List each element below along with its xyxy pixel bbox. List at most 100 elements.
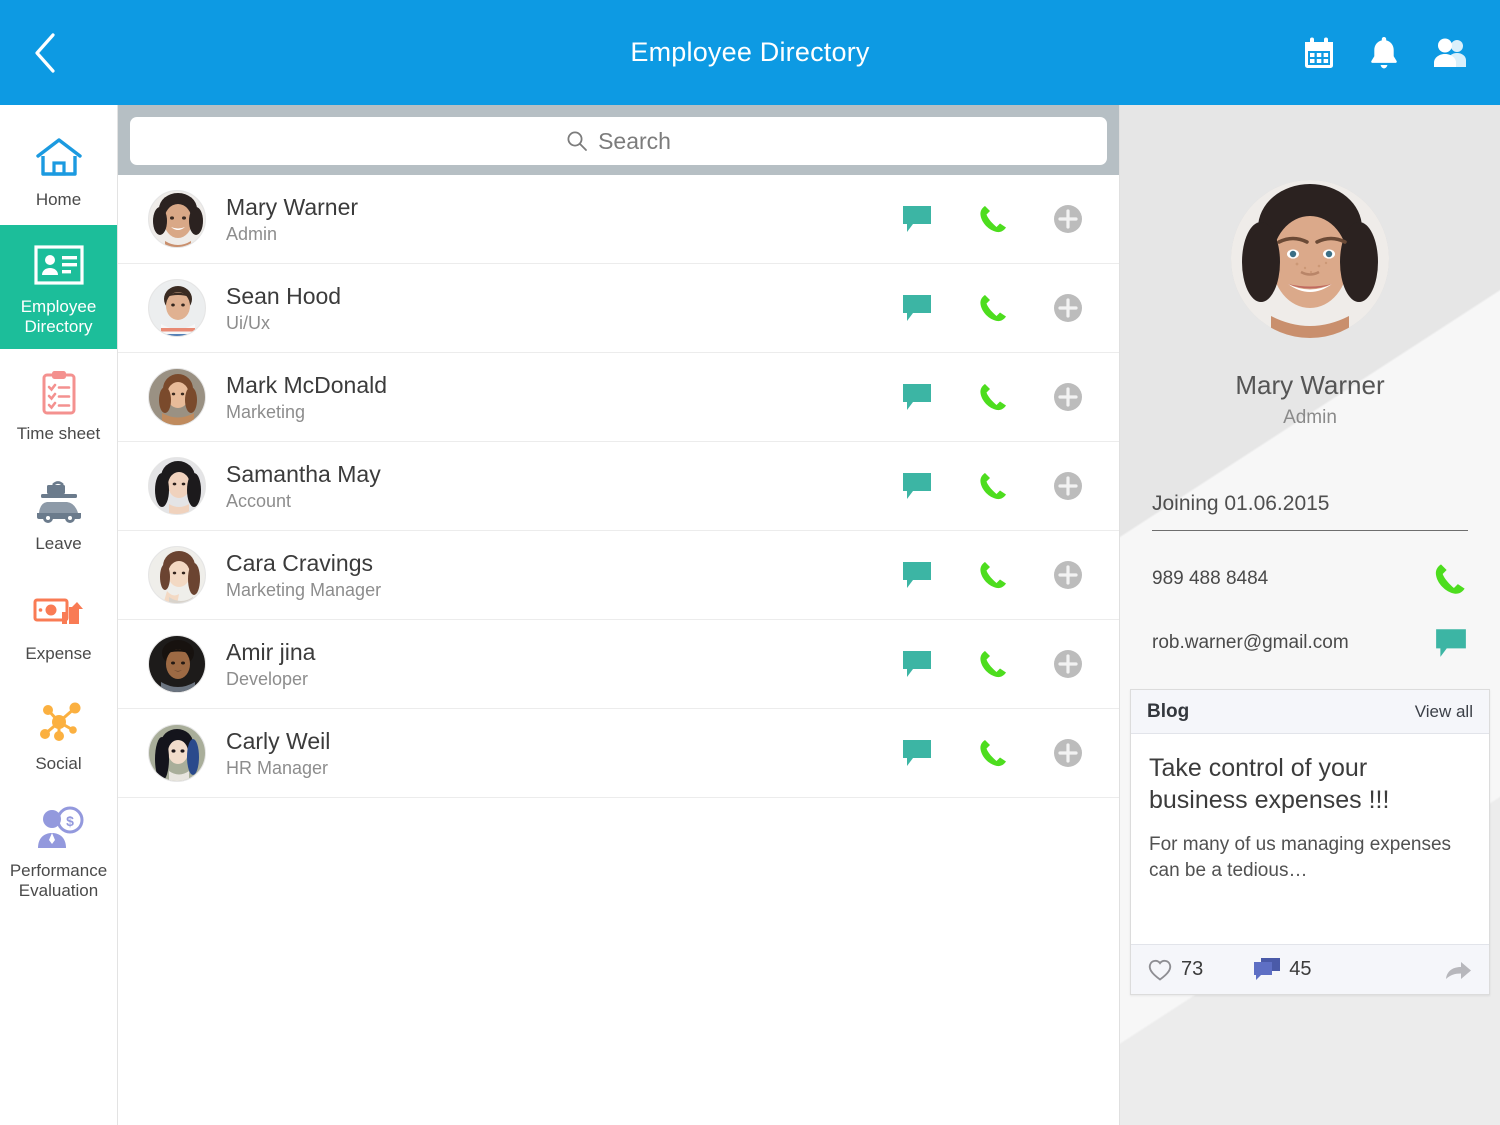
- employee-info: Samantha May Account: [226, 460, 901, 513]
- employee-role: Admin: [226, 224, 278, 245]
- avatar: [148, 635, 206, 693]
- plus-circle-icon[interactable]: [1053, 738, 1083, 768]
- plus-circle-icon[interactable]: [1053, 471, 1083, 501]
- detail-avatar: [1231, 180, 1389, 338]
- employee-name: Samantha May: [226, 460, 381, 487]
- home-icon: [35, 132, 83, 184]
- comments-icon: [1254, 957, 1281, 980]
- sidebar-item-social[interactable]: Social: [0, 679, 117, 789]
- car-luggage-icon: [33, 476, 85, 528]
- phone-icon[interactable]: [977, 203, 1009, 235]
- phone-icon[interactable]: [1432, 561, 1468, 597]
- phone-icon[interactable]: [977, 292, 1009, 324]
- avatar: [148, 546, 206, 604]
- blog-comment-count: 45: [1289, 958, 1312, 980]
- blog-like-group[interactable]: 73: [1147, 958, 1203, 982]
- phone-icon[interactable]: [977, 381, 1009, 413]
- search-input[interactable]: Search: [130, 117, 1107, 165]
- phone-icon[interactable]: [977, 470, 1009, 502]
- blog-card-header: Blog View all: [1131, 690, 1489, 734]
- svg-text:$: $: [66, 813, 74, 829]
- sidebar-item-leave[interactable]: Leave: [0, 459, 117, 569]
- bell-icon[interactable]: [1368, 35, 1400, 71]
- sidebar-item-label: Social: [35, 754, 82, 774]
- sidebar-item-performance-evaluation[interactable]: $ Performance Evaluation: [0, 789, 117, 913]
- employee-rows: Mary Warner Admin Sean Hood Ui/Ux Mark M…: [118, 175, 1119, 1125]
- detail-email-row: rob.warner@gmail.com: [1152, 597, 1468, 659]
- employee-name: Sean Hood: [226, 282, 342, 309]
- share-arrow-icon[interactable]: [1443, 957, 1473, 983]
- employee-info: Amir jina Developer: [226, 638, 901, 691]
- employee-name: Mary Warner: [226, 193, 359, 220]
- page-title: Employee Directory: [630, 37, 870, 67]
- employee-info: Mark McDonald Marketing: [226, 371, 901, 424]
- table-row[interactable]: Samantha May Account: [118, 442, 1119, 531]
- money-chart-icon: [33, 586, 85, 638]
- chat-bubble-icon[interactable]: [901, 560, 933, 590]
- sidebar-item-label: Home: [35, 189, 82, 209]
- sidebar-item-time-sheet[interactable]: Time sheet: [0, 349, 117, 459]
- blog-card-body[interactable]: Take control of your business expenses !…: [1131, 734, 1489, 944]
- search-bar-container: Search: [118, 105, 1119, 175]
- employee-name: Cara Cravings: [226, 549, 373, 576]
- table-row[interactable]: Mark McDonald Marketing: [118, 353, 1119, 442]
- chat-bubble-icon[interactable]: [901, 293, 933, 323]
- avatar: [148, 724, 206, 782]
- employee-role: Developer: [226, 669, 309, 690]
- table-row[interactable]: Sean Hood Ui/Ux: [118, 264, 1119, 353]
- plus-circle-icon[interactable]: [1053, 293, 1083, 323]
- sidebar-item-home[interactable]: Home: [0, 115, 117, 225]
- chat-bubble-icon[interactable]: [901, 471, 933, 501]
- sidebar-item-employee-directory[interactable]: Employee Directory: [0, 225, 117, 350]
- back-button[interactable]: [0, 0, 90, 105]
- detail-name: Mary Warner: [1235, 370, 1385, 400]
- calendar-icon[interactable]: [1302, 36, 1336, 70]
- top-bar-actions: [1302, 35, 1500, 71]
- phone-icon[interactable]: [977, 648, 1009, 680]
- sidebar-item-label: Time sheet: [16, 424, 101, 444]
- chat-bubble-icon[interactable]: [1434, 627, 1468, 659]
- detail-phone: 989 488 8484: [1152, 568, 1269, 589]
- employee-info: Carly Weil HR Manager: [226, 727, 901, 780]
- blog-view-all-link[interactable]: View all: [1415, 702, 1473, 722]
- table-row[interactable]: Cara Cravings Marketing Manager: [118, 531, 1119, 620]
- plus-circle-icon[interactable]: [1053, 560, 1083, 590]
- sidebar-item-label: Employee Directory: [20, 297, 97, 337]
- sidebar-item-expense[interactable]: Expense: [0, 569, 117, 679]
- table-row[interactable]: Amir jina Developer: [118, 620, 1119, 709]
- clipboard-checklist-icon: [40, 366, 78, 418]
- employee-role: HR Manager: [226, 758, 329, 779]
- employee-name: Carly Weil: [226, 727, 331, 754]
- employee-info: Cara Cravings Marketing Manager: [226, 549, 901, 602]
- avatar: [148, 457, 206, 515]
- chat-bubble-icon[interactable]: [901, 738, 933, 768]
- chat-bubble-icon[interactable]: [901, 204, 933, 234]
- table-row[interactable]: Mary Warner Admin: [118, 175, 1119, 264]
- detail-email: rob.warner@gmail.com: [1152, 632, 1349, 653]
- search-placeholder: Search: [598, 127, 671, 154]
- row-actions: [901, 292, 1089, 324]
- employee-directory-app: Employee Directory Home Employee Directo…: [0, 0, 1500, 1125]
- avatar: [148, 190, 206, 248]
- sidebar-item-label: Leave: [35, 534, 82, 554]
- person-dollar-icon: $: [33, 803, 85, 855]
- employee-role: Marketing Manager: [226, 580, 382, 601]
- plus-circle-icon[interactable]: [1053, 204, 1083, 234]
- employee-role: Ui/Ux: [226, 313, 270, 334]
- blog-card: Blog View all Take control of your busin…: [1130, 689, 1490, 995]
- avatar: [148, 279, 206, 337]
- detail-phone-row: 989 488 8484: [1152, 531, 1468, 597]
- chat-bubble-icon[interactable]: [901, 649, 933, 679]
- phone-icon[interactable]: [977, 737, 1009, 769]
- heart-outline-icon: [1148, 959, 1172, 981]
- detail-joining-date: Joining 01.06.2015: [1152, 492, 1330, 515]
- blog-comment-group[interactable]: 45: [1253, 957, 1312, 983]
- phone-icon[interactable]: [977, 559, 1009, 591]
- sidebar-item-label: Performance Evaluation: [9, 861, 108, 901]
- people-icon[interactable]: [1432, 37, 1468, 69]
- plus-circle-icon[interactable]: [1053, 649, 1083, 679]
- table-row[interactable]: Carly Weil HR Manager: [118, 709, 1119, 798]
- plus-circle-icon[interactable]: [1053, 382, 1083, 412]
- employee-info: Sean Hood Ui/Ux: [226, 282, 901, 335]
- chat-bubble-icon[interactable]: [901, 382, 933, 412]
